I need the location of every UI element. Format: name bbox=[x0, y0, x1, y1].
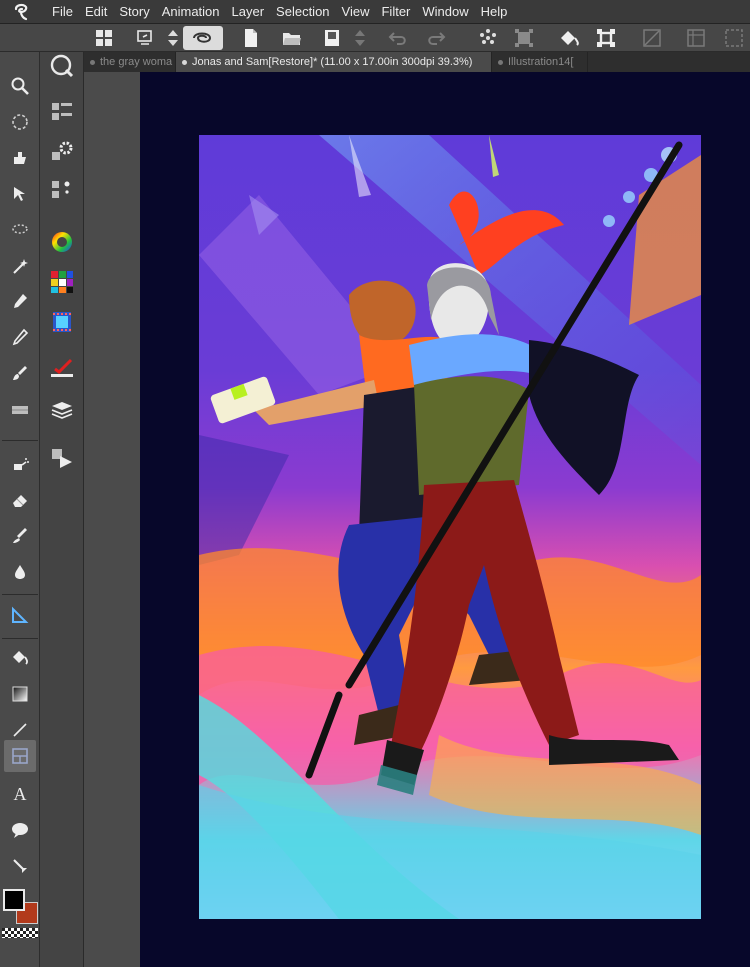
fill-icon[interactable] bbox=[556, 26, 582, 50]
tool-palette: A bbox=[0, 52, 40, 967]
redo-icon[interactable] bbox=[424, 26, 448, 50]
object-select-tool-icon[interactable] bbox=[4, 178, 36, 210]
correct-line-tool-icon[interactable] bbox=[4, 850, 36, 882]
canvas-grid-icon[interactable] bbox=[92, 26, 116, 50]
menu-filter[interactable]: Filter bbox=[375, 0, 416, 24]
menu-layer[interactable]: Layer bbox=[226, 0, 271, 24]
navigator-icon[interactable] bbox=[46, 442, 78, 474]
tool-divider bbox=[2, 638, 38, 639]
color-set-icon[interactable] bbox=[46, 266, 78, 298]
spiral-snap-icon[interactable] bbox=[183, 26, 223, 50]
tab-label: Illustration14[ bbox=[508, 56, 574, 68]
palette-dock bbox=[40, 52, 84, 967]
brush-size-icon[interactable] bbox=[46, 174, 78, 206]
menu-bar: File Edit Story Animation Layer Selectio… bbox=[0, 0, 750, 24]
canvas-gutter bbox=[84, 72, 140, 967]
open-folder-icon[interactable] bbox=[280, 26, 304, 50]
search-palette-icon[interactable] bbox=[46, 50, 78, 82]
color-swatches bbox=[2, 888, 38, 924]
menu-window[interactable]: Window bbox=[416, 0, 474, 24]
airbrush-tool-icon[interactable] bbox=[4, 448, 36, 480]
scatter-icon[interactable] bbox=[476, 26, 500, 50]
balloon-tool-icon[interactable] bbox=[4, 814, 36, 846]
animation-timeline-icon[interactable] bbox=[46, 306, 78, 338]
frame-border-tool-icon[interactable] bbox=[4, 740, 36, 772]
menu-file[interactable]: File bbox=[46, 0, 79, 24]
tab-the-gray-woman[interactable]: the gray woma bbox=[84, 52, 176, 72]
svg-text:A: A bbox=[14, 784, 27, 804]
gradient-tool-icon[interactable] bbox=[4, 678, 36, 710]
ruler-off-icon[interactable] bbox=[640, 26, 664, 50]
document-tabs: the gray woma Jonas and Sam[Restore]* (1… bbox=[84, 52, 750, 72]
sub-tool-palette-icon[interactable] bbox=[46, 96, 78, 128]
tool-divider bbox=[2, 594, 38, 595]
menu-view[interactable]: View bbox=[336, 0, 376, 24]
tab-illustration14[interactable]: Illustration14[ bbox=[492, 52, 588, 72]
tool-divider bbox=[2, 440, 38, 441]
tab-close-icon[interactable] bbox=[90, 59, 95, 65]
tab-close-icon[interactable] bbox=[182, 59, 187, 65]
zoom-tool-icon[interactable] bbox=[4, 70, 36, 102]
eraser-tool-icon[interactable] bbox=[4, 484, 36, 516]
main-color-swatch[interactable] bbox=[3, 889, 25, 911]
new-file-icon[interactable] bbox=[240, 26, 262, 50]
pen-tool-icon[interactable] bbox=[4, 286, 36, 318]
spin-stepper-icon[interactable] bbox=[163, 26, 183, 50]
ruler-tool-icon[interactable] bbox=[4, 600, 36, 632]
transparent-color-swatch[interactable] bbox=[2, 928, 38, 938]
transform-icon[interactable] bbox=[512, 26, 536, 50]
color-wheel-icon[interactable] bbox=[46, 226, 78, 258]
magic-wand-tool-icon[interactable] bbox=[4, 250, 36, 282]
tab-close-icon[interactable] bbox=[498, 59, 503, 65]
layer-palette-icon[interactable] bbox=[46, 394, 78, 426]
lasso-tool-icon[interactable] bbox=[4, 214, 36, 246]
app-logo-icon[interactable] bbox=[0, 0, 46, 24]
menu-animation[interactable]: Animation bbox=[156, 0, 226, 24]
decoration-tool-icon[interactable] bbox=[4, 394, 36, 426]
pencil-tool-icon[interactable] bbox=[4, 322, 36, 354]
stepper-icon[interactable] bbox=[350, 26, 370, 50]
crop-icon[interactable] bbox=[594, 26, 618, 50]
tool-property-icon[interactable] bbox=[46, 136, 78, 168]
illustration bbox=[199, 135, 701, 919]
menu-edit[interactable]: Edit bbox=[79, 0, 113, 24]
menu-help[interactable]: Help bbox=[475, 0, 514, 24]
tab-label: Jonas and Sam[Restore]* (11.00 x 17.00in… bbox=[192, 56, 473, 68]
brush-tool-icon[interactable] bbox=[4, 358, 36, 390]
save-icon[interactable] bbox=[320, 26, 344, 50]
canvas-artwork[interactable] bbox=[199, 135, 701, 919]
command-bar bbox=[0, 24, 750, 52]
text-tool-icon[interactable]: A bbox=[4, 778, 36, 810]
grid-off-icon[interactable] bbox=[722, 26, 746, 50]
undo-history-icon[interactable] bbox=[133, 26, 157, 50]
menu-story[interactable]: Story bbox=[113, 0, 155, 24]
layer-property-icon[interactable] bbox=[46, 352, 78, 384]
blend-tool-icon[interactable] bbox=[4, 520, 36, 552]
tab-jonas-and-sam[interactable]: Jonas and Sam[Restore]* (11.00 x 17.00in… bbox=[176, 52, 492, 72]
color-drop-tool-icon[interactable] bbox=[4, 556, 36, 588]
hand-tool-icon[interactable] bbox=[4, 142, 36, 174]
tab-label: the gray woma bbox=[100, 56, 173, 68]
menu-selection[interactable]: Selection bbox=[270, 0, 335, 24]
fill-tool-icon[interactable] bbox=[4, 642, 36, 674]
undo-icon[interactable] bbox=[386, 26, 410, 50]
move-tool-icon[interactable] bbox=[4, 106, 36, 138]
guide-icon[interactable] bbox=[684, 26, 708, 50]
